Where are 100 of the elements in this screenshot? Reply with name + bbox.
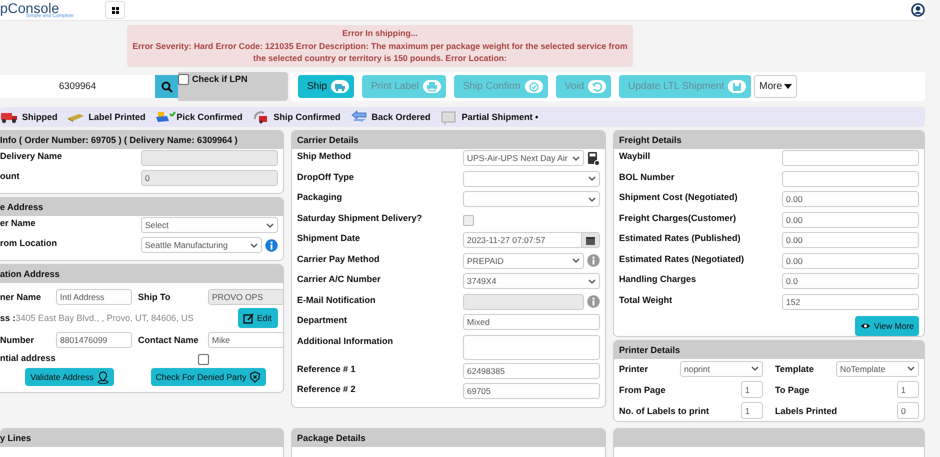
- field-label: BOL Number: [619, 170, 676, 182]
- legend-label: Shipped: [22, 112, 58, 122]
- field-label: Carrier A/C Number: [297, 273, 382, 284]
- field-label: rom Location: [0, 237, 58, 248]
- dropdown[interactable]: Select: [141, 217, 278, 233]
- input-field[interactable]: [782, 170, 919, 186]
- field-label: Additional Information: [297, 334, 394, 346]
- field-label: To Page: [775, 384, 810, 395]
- text-area[interactable]: [463, 334, 600, 360]
- map-pin-icon: [96, 370, 109, 384]
- denied-party-button[interactable]: Check For Denied Party: [150, 368, 266, 386]
- dropdown[interactable]: [463, 191, 600, 207]
- field-label: ntial address: [0, 352, 57, 363]
- input-field[interactable]: 0: [897, 402, 919, 420]
- validate-address-button[interactable]: Validate Address: [25, 368, 114, 386]
- edit-icon: [243, 312, 254, 324]
- dropdown[interactable]: 3749X4: [463, 273, 600, 289]
- input-field[interactable]: 69705: [463, 383, 600, 399]
- field-label: Department: [297, 314, 348, 325]
- input-field[interactable]: 0.00: [782, 191, 919, 207]
- field-label: Number: [0, 334, 36, 345]
- eye-icon: [860, 321, 871, 331]
- input-field[interactable]: Mike: [208, 332, 283, 348]
- input-field[interactable]: [782, 150, 919, 166]
- chevron-icon: [588, 196, 596, 202]
- chevron-icon: [572, 257, 580, 264]
- dropdown[interactable]: UPS-Air-UPS Next Day Air: [463, 150, 584, 166]
- chevron-icon: [572, 154, 580, 162]
- search-button[interactable]: [155, 75, 178, 98]
- input-field[interactable]: 1: [741, 381, 763, 398]
- input-field[interactable]: 0: [141, 170, 278, 186]
- input-field[interactable]: Mixed: [463, 314, 600, 330]
- field-label: Estimated Rates (Negotiated): [619, 252, 746, 264]
- field-label: Reference # 2: [297, 383, 357, 394]
- input-field[interactable]: [141, 150, 278, 166]
- panel-title: y Lines: [0, 429, 283, 447]
- field-label: No. of Labels to print: [619, 406, 709, 416]
- legend-label: Label Printed: [88, 112, 146, 122]
- field-label: DropOff Type: [297, 170, 355, 182]
- field-label: From Page: [619, 384, 666, 395]
- field-label: Total Weight: [619, 294, 674, 304]
- panel-title: ation Address: [0, 265, 283, 283]
- address-text: ss :3405 East Bay Blvd., , Provo, UT, 84606, US: [0, 313, 195, 323]
- input-field[interactable]: 1: [741, 402, 763, 420]
- field-label: Printer: [619, 364, 648, 374]
- legend-label: Ship Confirmed: [274, 112, 341, 122]
- field-label: Labels Printed: [775, 406, 838, 416]
- date-field[interactable]: 2023-11-27 07:07:57: [463, 232, 600, 248]
- chevron-icon: [250, 242, 258, 248]
- check-circle-icon: [528, 80, 540, 92]
- field-label: Packaging: [297, 191, 344, 202]
- view-more-button[interactable]: View More: [855, 316, 919, 336]
- dropdown[interactable]: [463, 170, 600, 186]
- field-label: er Name: [0, 217, 37, 228]
- input-field[interactable]: PROVO OPS: [208, 288, 283, 304]
- input-field[interactable]: 0.00: [782, 212, 919, 228]
- field-label: Ship Method: [297, 150, 352, 161]
- legend-label: Pick Confirmed: [176, 112, 243, 122]
- calendar-icon: [585, 234, 596, 246]
- input-field[interactable]: [463, 294, 584, 310]
- field-label: Contact Name: [138, 334, 200, 345]
- dropdown[interactable]: NoTemplate: [836, 360, 919, 377]
- chevron-icon: [588, 278, 596, 284]
- input-field[interactable]: 62498385: [463, 362, 600, 378]
- input-field[interactable]: Intl Address: [56, 288, 132, 304]
- more-dropdown[interactable]: More: [754, 75, 798, 98]
- dropdown[interactable]: noprint: [680, 360, 763, 377]
- undo-icon: [591, 80, 604, 92]
- field-label: Carrier Pay Method: [297, 252, 381, 264]
- field-label: Ship To: [138, 291, 172, 302]
- field-label: Shipment Date: [297, 232, 362, 243]
- action-button[interactable]: Ship: [298, 75, 354, 98]
- error-message: Error Severity: Hard Error Code: 121035 Error Description: The maximum per package weight for the selected service from the selected country or territory is 150 pounds. Error Location:: [131, 40, 629, 65]
- field-label: Freight Charges(Customer): [619, 212, 738, 222]
- checkbox[interactable]: [198, 354, 208, 364]
- panel-title: e Address: [0, 198, 283, 216]
- user-icon: [911, 3, 925, 17]
- input-field[interactable]: 0.00: [782, 232, 919, 248]
- input-field[interactable]: 1: [897, 381, 919, 398]
- input-field[interactable]: 0.00: [782, 252, 919, 268]
- panel-title: Freight Details: [614, 131, 924, 149]
- field-label: Waybill: [619, 150, 652, 161]
- chevron-icon: [751, 365, 759, 372]
- input-field[interactable]: 8801476099: [56, 332, 132, 348]
- input-field[interactable]: 0.0: [782, 273, 919, 289]
- field-label: E-Mail Notification: [297, 294, 376, 304]
- apps-button[interactable]: [105, 1, 125, 19]
- error-title: Error In shipping...: [341, 27, 419, 40]
- checkbox[interactable]: [178, 74, 189, 85]
- field-label: Reference # 1: [297, 362, 357, 374]
- input-field[interactable]: 152: [782, 294, 919, 310]
- field-label: ner Name: [0, 291, 42, 302]
- panel-title: Package Details: [292, 429, 605, 447]
- dropdown[interactable]: Seattle Manufacturing: [141, 237, 262, 253]
- chevron-icon: [907, 365, 915, 372]
- edit-button[interactable]: Edit: [238, 308, 278, 328]
- dropdown[interactable]: PREPAID: [463, 252, 584, 268]
- search-field[interactable]: 6309964: [0, 75, 155, 98]
- legend-label: Back Ordered: [372, 112, 431, 122]
- field-label: Saturday Shipment Delivery?: [297, 212, 424, 222]
